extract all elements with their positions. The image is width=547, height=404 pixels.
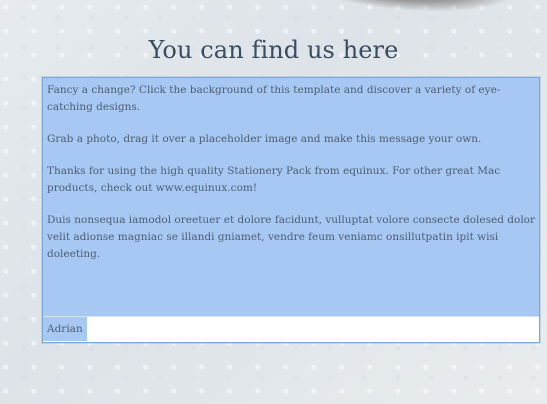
message-paragraph-2: Grab a photo, drag it over a placeholder… [47, 133, 482, 145]
message-paragraph-4: Duis nonsequa iamodol oreetuer et dolore… [47, 214, 536, 260]
page-curl-shadow [301, 0, 515, 18]
message-paragraph-3: Thanks for using the high quality Statio… [47, 165, 501, 194]
page-title: You can find us here [148, 36, 399, 64]
stationery-canvas[interactable]: { "header": { "title": "You can find us … [0, 0, 547, 404]
message-body[interactable]: Fancy a change? Click the background of … [43, 78, 539, 263]
signature-name: Adrian [47, 323, 83, 335]
message-paragraph-1: Fancy a change? Click the background of … [47, 84, 501, 113]
message-editor[interactable]: Fancy a change? Click the background of … [42, 77, 540, 343]
signature-line[interactable]: Adrian [43, 316, 539, 342]
